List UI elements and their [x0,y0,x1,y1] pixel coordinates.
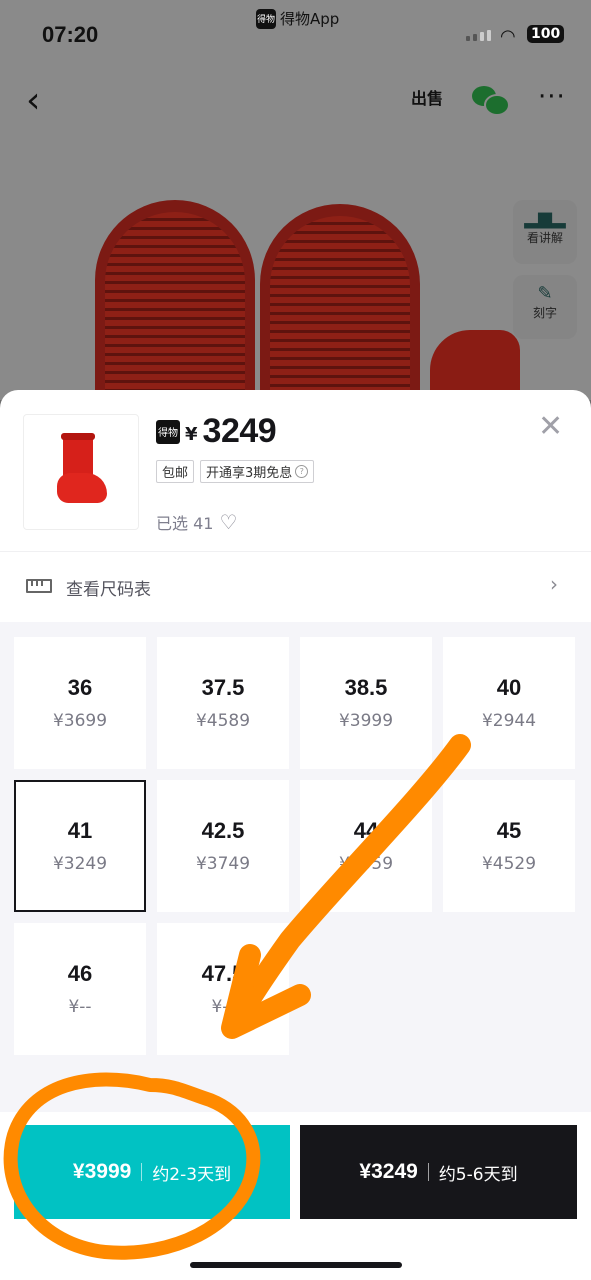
size-value: 38.5 [344,675,388,700]
size-chart-row[interactable]: 查看尺码表 › [0,552,591,622]
fast-price: ¥3999 [72,1160,132,1183]
size-price: ¥-- [211,997,235,1017]
size-option[interactable]: 36 ¥3699 [14,637,146,769]
back-button[interactable]: ‹ [26,80,40,121]
size-price: ¥2944 [481,711,537,731]
clock: 07:20 [42,22,99,47]
tag-installment[interactable]: 开通享3期免息? [200,460,315,483]
tag-list: 包邮 开通享3期免息? [156,460,315,483]
size-price: ¥-- [68,997,92,1017]
separator [427,1163,429,1181]
size-price: ¥5059 [338,854,394,874]
size-price: ¥3999 [338,711,394,731]
size-value: 37.5 [201,675,245,700]
separator [141,1163,143,1181]
product-thumbnail [23,414,139,530]
side-action-label: 看讲解 [526,231,563,245]
size-value: 47.5 [201,961,245,986]
close-button[interactable]: ✕ [538,410,563,444]
size-option[interactable]: 45 ¥4529 [443,780,575,912]
size-option[interactable]: 46 ¥-- [14,923,146,1055]
dewu-logo-icon: 得物 [156,419,180,444]
size-value: 36 [67,675,93,700]
product-page-background: 07:20 得物 得物App ◠ 100 ‹ 出售 ··· ▂▆▂ 看讲解 ✎ … [0,0,591,400]
buy-fast-delivery-button[interactable]: ¥3999 约2-3天到 [14,1125,290,1219]
heart-icon[interactable]: ♡ [219,510,237,534]
sell-button[interactable]: 出售 [410,84,444,114]
normal-price: ¥3249 [359,1160,418,1183]
size-price: ¥4589 [195,711,251,731]
pen-icon: ✎ [537,283,553,304]
size-option[interactable]: 42.5 ¥3749 [157,780,289,912]
wechat-share-icon[interactable] [472,84,510,116]
ruler-icon [26,579,52,593]
question-icon[interactable]: ? [295,465,309,478]
bar-chart-icon: ▂▆▂ [524,208,566,229]
currency-symbol: ¥ [185,424,198,445]
size-value: 45 [496,818,522,843]
size-price: ¥3699 [52,711,108,731]
size-option[interactable]: 40 ¥2944 [443,637,575,769]
tag-free-shipping: 包邮 [156,460,195,483]
more-button[interactable]: ··· [538,82,566,112]
signal-icon [466,30,491,41]
size-value: 42.5 [201,818,245,843]
price-row: 得物 ¥ 3249 [156,412,277,451]
size-chart-label: 查看尺码表 [66,580,151,600]
size-grid: 36 ¥3699 37.5 ¥4589 38.5 ¥3999 40 ¥2944 … [0,622,591,1112]
battery-indicator: 100 [527,25,565,43]
size-price: ¥3249 [52,854,108,874]
size-price: ¥3749 [195,854,251,874]
size-value: 44 [353,818,379,843]
selected-size-row: 已选 41 ♡ [156,510,237,534]
normal-eta: 约5-6天到 [438,1164,518,1185]
boot-image [55,433,107,505]
size-option-selected[interactable]: 41 ¥3249 [14,780,146,912]
size-option[interactable]: 47.5 ¥-- [157,923,289,1055]
size-value: 46 [67,961,93,986]
side-action-explain[interactable]: ▂▆▂ 看讲解 [513,200,577,264]
wifi-icon: ◠ [500,26,516,47]
size-option[interactable]: 38.5 ¥3999 [300,637,432,769]
size-value: 41 [67,818,93,843]
side-action-engrave[interactable]: ✎ 刻字 [513,275,577,339]
chevron-right-icon: › [550,572,558,596]
size-price: ¥4529 [481,854,537,874]
size-selection-sheet: 得物 ¥ 3249 包邮 开通享3期免息? 已选 41 ♡ ✕ 查看尺码表 › … [0,390,591,1280]
buy-normal-delivery-button[interactable]: ¥3249 约5-6天到 [300,1125,577,1219]
fast-eta: 约2-3天到 [152,1164,232,1185]
size-option[interactable]: 44 ¥5059 [300,780,432,912]
status-bar: 07:20 得物 得物App ◠ 100 [0,0,591,70]
selected-size-text: 已选 41 [156,514,214,533]
product-price: 3249 [202,412,277,450]
size-value: 40 [496,675,522,700]
size-option[interactable]: 37.5 ¥4589 [157,637,289,769]
dewu-logo-icon: 得物 [256,8,276,29]
home-indicator [190,1262,402,1268]
side-action-label: 刻字 [532,306,557,320]
app-indicator: 得物 得物App [256,8,339,29]
app-name: 得物App [280,10,340,28]
